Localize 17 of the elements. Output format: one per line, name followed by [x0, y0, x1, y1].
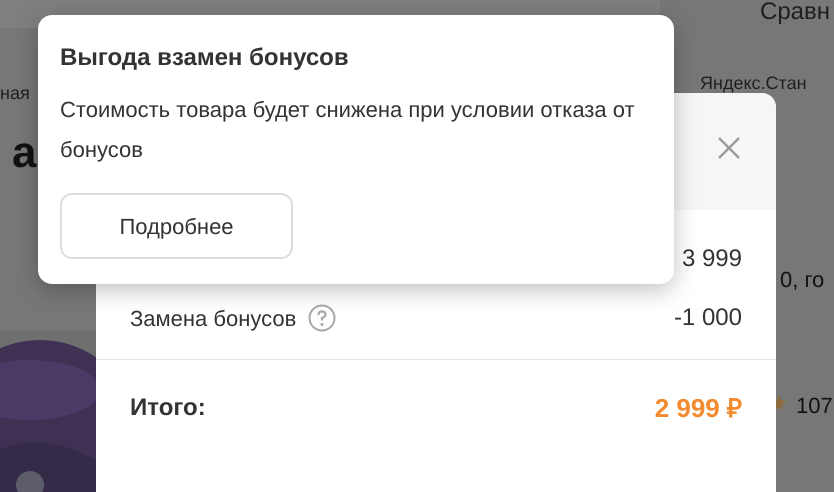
- close-button[interactable]: [716, 135, 742, 161]
- row-value: -1 000: [674, 303, 742, 333]
- product-spec: 0, го: [780, 266, 824, 294]
- more-button[interactable]: Подробнее: [60, 193, 293, 259]
- compare-link[interactable]: Сравн: [760, 0, 830, 30]
- total-label: Итого:: [130, 393, 206, 423]
- breadcrumb[interactable]: Яндекс.Стан: [700, 70, 807, 97]
- reviews-count: 107: [796, 392, 833, 420]
- row-value: 3 999: [682, 244, 742, 274]
- breadcrumb[interactable]: ная: [0, 80, 30, 107]
- help-icon[interactable]: [308, 304, 336, 332]
- close-icon: [717, 136, 741, 160]
- product-title: а: [12, 127, 36, 179]
- total-price: 2 999 ₽: [654, 392, 742, 424]
- row-label: Замена бонусов: [130, 304, 296, 333]
- tooltip-title: Выгода взамен бонусов: [60, 43, 349, 73]
- tooltip-text: Стоимость товара будет снижена при условии отказа от бонусов: [60, 96, 636, 164]
